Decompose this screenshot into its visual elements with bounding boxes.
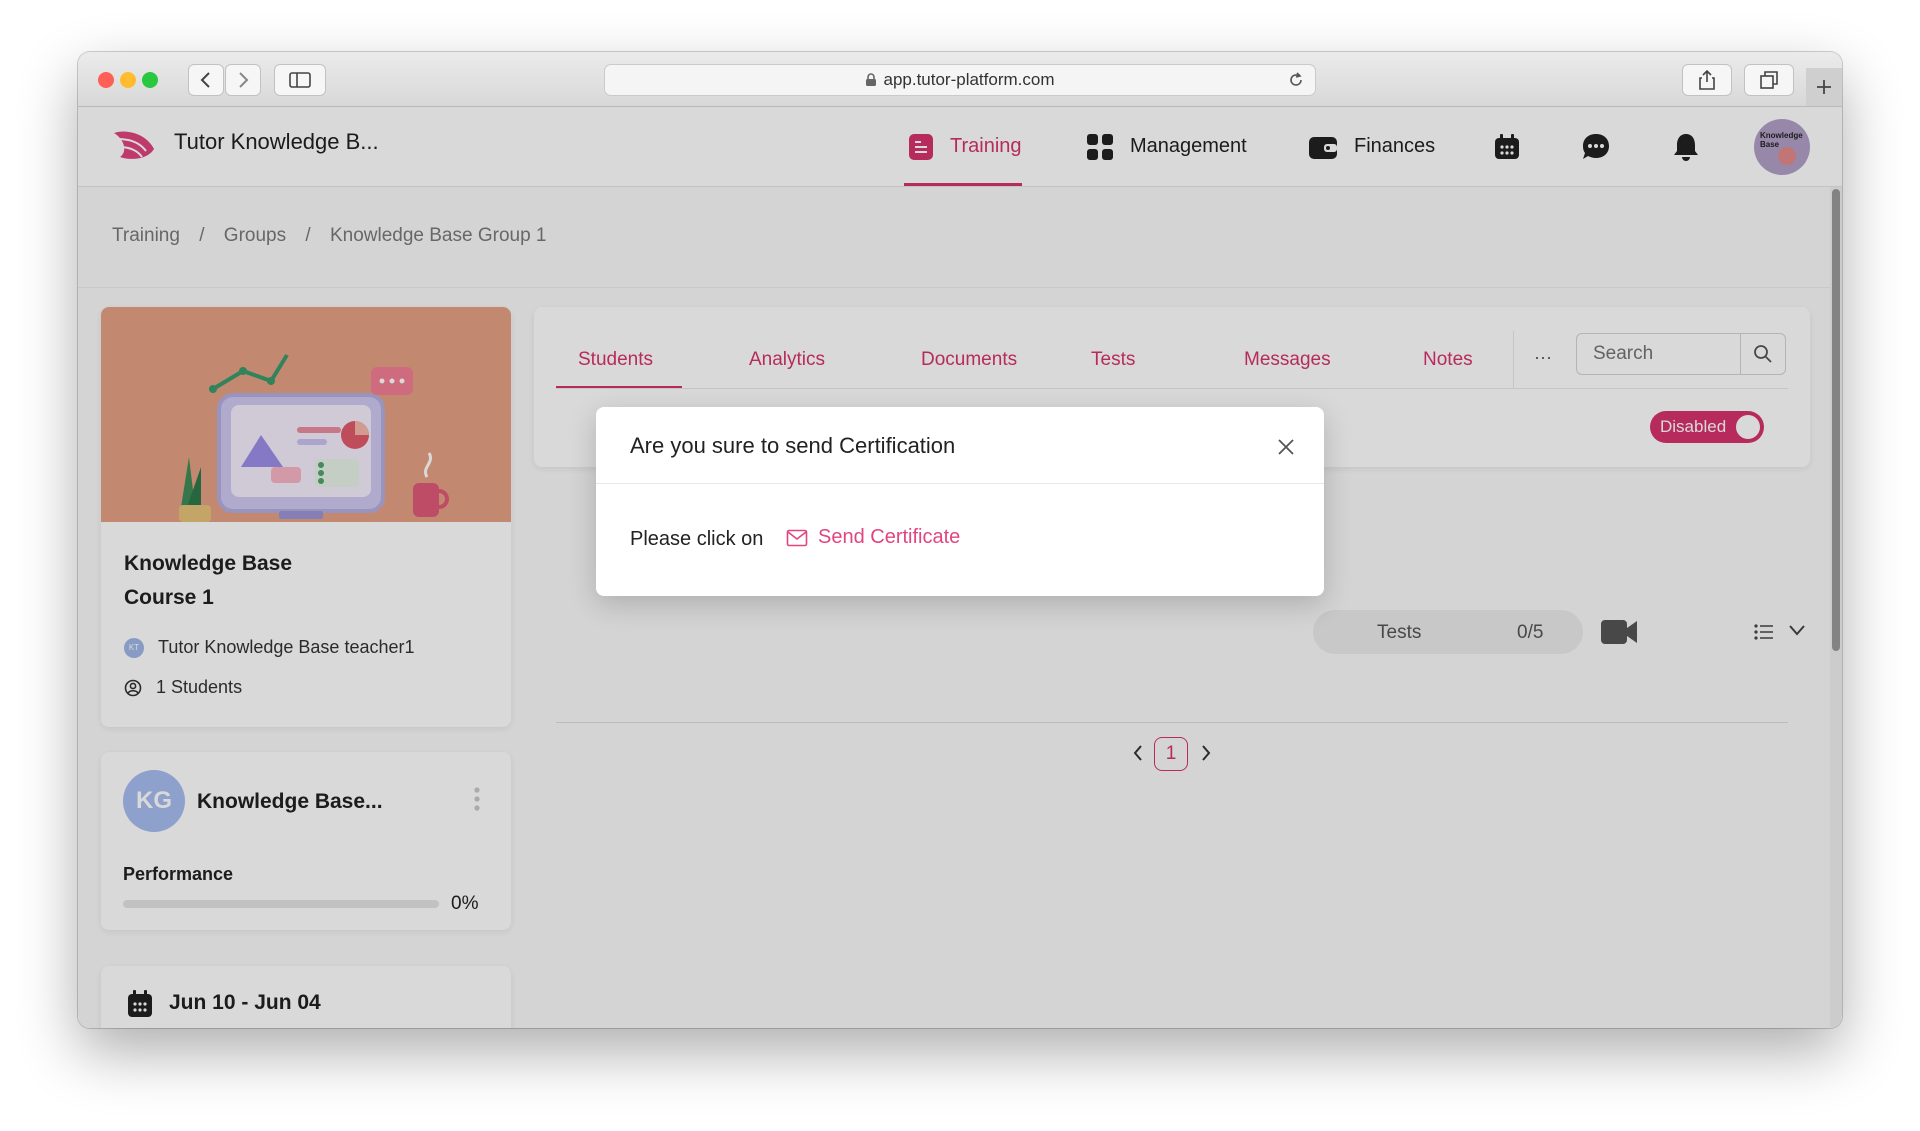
chevron-left-icon [200, 72, 210, 88]
share-button[interactable] [1682, 64, 1732, 96]
dialog-body-text: Please click on [630, 528, 764, 550]
sidebar-toggle-button[interactable] [274, 64, 326, 96]
forward-button[interactable] [225, 64, 261, 96]
new-tab-button[interactable] [1806, 68, 1842, 106]
certification-dialog: Are you sure to send Certification Pleas… [596, 407, 1324, 596]
maximize-window-button[interactable] [142, 72, 158, 88]
browser-window: app.tutor-platform.com Tutor Knowledge B… [78, 52, 1842, 1028]
tabs-icon [1760, 71, 1778, 89]
send-certificate-label: Send Certificate [818, 526, 961, 548]
close-icon[interactable] [1276, 437, 1296, 457]
reload-icon[interactable] [1287, 71, 1305, 89]
dialog-divider [596, 483, 1324, 484]
address-bar[interactable]: app.tutor-platform.com [604, 64, 1316, 96]
lock-icon [866, 73, 877, 86]
chevron-right-icon [239, 72, 249, 88]
url-text: app.tutor-platform.com [883, 70, 1055, 89]
send-certificate-link[interactable]: Send Certificate [786, 526, 960, 549]
plus-icon [1817, 80, 1831, 94]
browser-toolbar: app.tutor-platform.com [78, 52, 1842, 107]
minimize-window-button[interactable] [120, 72, 136, 88]
sidebar-icon [289, 72, 311, 88]
share-icon [1699, 70, 1715, 90]
tabs-overview-button[interactable] [1744, 64, 1794, 96]
mail-icon [786, 529, 808, 546]
dialog-title: Are you sure to send Certification [630, 433, 956, 458]
back-button[interactable] [188, 64, 224, 96]
close-window-button[interactable] [98, 72, 114, 88]
